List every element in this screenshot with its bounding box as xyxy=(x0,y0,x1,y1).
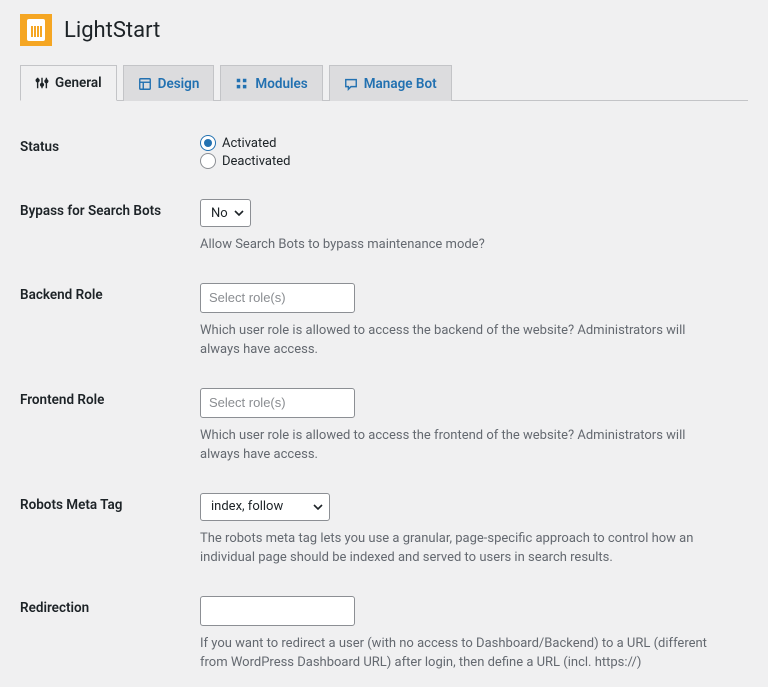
select-value: index, follow xyxy=(211,499,283,514)
robots-description: The robots meta tag lets you use a granu… xyxy=(200,529,720,568)
status-deactivated-radio[interactable]: Deactivated xyxy=(200,153,748,169)
tab-label: Modules xyxy=(255,76,307,92)
tab-design[interactable]: Design xyxy=(123,65,215,101)
app-title: LightStart xyxy=(64,18,160,43)
grid-icon xyxy=(235,77,249,91)
chevron-down-icon xyxy=(313,504,323,510)
field-backend-role: Backend Role Which user role is allowed … xyxy=(20,269,748,374)
bypass-select[interactable]: No xyxy=(200,199,251,227)
field-status: Status Activated Deactivated xyxy=(20,121,748,185)
frontend-role-input[interactable] xyxy=(200,388,355,418)
app-logo xyxy=(20,14,52,46)
field-redirection: Redirection If you want to redirect a us… xyxy=(20,582,748,687)
field-bypass: Bypass for Search Bots No Allow Search B… xyxy=(20,185,748,269)
settings-form: Status Activated Deactivated Bypass for … xyxy=(0,101,768,687)
tab-label: General xyxy=(55,75,102,91)
tab-manage-bot[interactable]: Manage Bot xyxy=(329,65,452,101)
radio-label: Deactivated xyxy=(222,154,290,169)
backend-role-input[interactable] xyxy=(200,283,355,313)
redirection-description: If you want to redirect a user (with no … xyxy=(200,634,720,673)
field-robots: Robots Meta Tag index, follow The robots… xyxy=(20,479,748,582)
tab-general[interactable]: General xyxy=(20,65,117,101)
radio-icon xyxy=(200,153,216,169)
field-frontend-role: Frontend Role Which user role is allowed… xyxy=(20,374,748,479)
sliders-icon xyxy=(35,76,49,90)
tab-modules[interactable]: Modules xyxy=(220,65,322,101)
robots-select[interactable]: index, follow xyxy=(200,493,330,521)
tab-label: Manage Bot xyxy=(364,76,437,92)
chevron-down-icon xyxy=(234,210,244,216)
chat-icon xyxy=(344,77,358,91)
frontend-role-label: Frontend Role xyxy=(20,388,200,408)
bypass-label: Bypass for Search Bots xyxy=(20,199,200,219)
redirection-input[interactable] xyxy=(200,596,355,626)
bypass-description: Allow Search Bots to bypass maintenance … xyxy=(200,235,720,255)
frontend-role-description: Which user role is allowed to access the… xyxy=(200,426,720,465)
status-activated-radio[interactable]: Activated xyxy=(200,135,748,151)
backend-role-label: Backend Role xyxy=(20,283,200,303)
robots-label: Robots Meta Tag xyxy=(20,493,200,513)
backend-role-description: Which user role is allowed to access the… xyxy=(200,321,720,360)
select-value: No xyxy=(211,206,228,221)
radio-label: Activated xyxy=(222,136,276,151)
tab-bar: General Design Modules Manage Bot xyxy=(20,64,748,101)
layout-icon xyxy=(138,77,152,91)
status-label: Status xyxy=(20,135,200,155)
tab-label: Design xyxy=(158,76,200,92)
page-header: LightStart xyxy=(0,0,768,64)
radio-icon xyxy=(200,135,216,151)
redirection-label: Redirection xyxy=(20,596,200,616)
